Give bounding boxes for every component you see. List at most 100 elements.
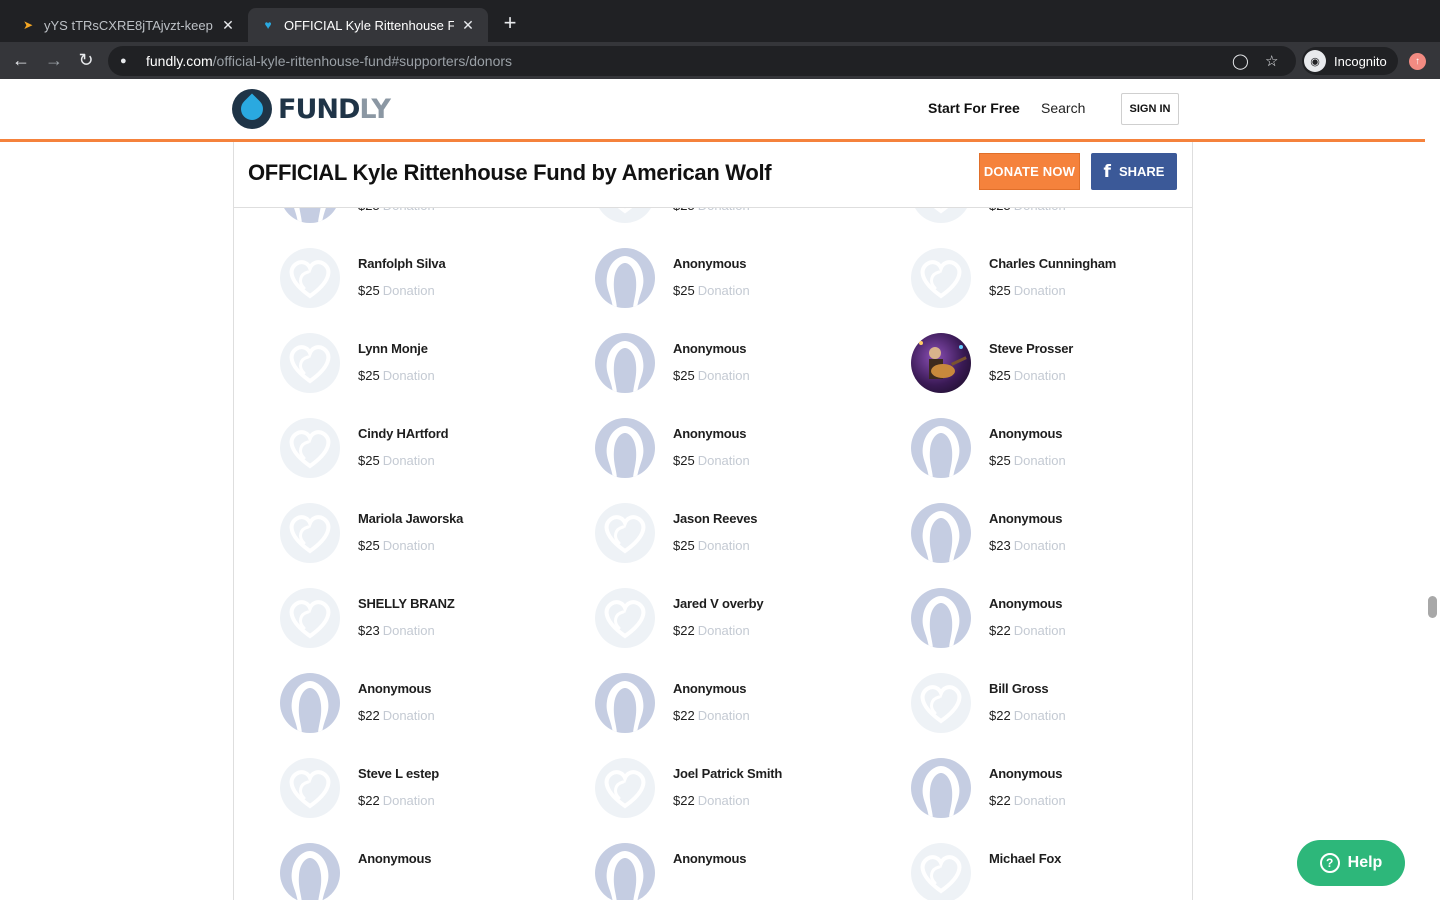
donor-amount: $25 xyxy=(989,453,1011,468)
donor-amount: $25 xyxy=(673,283,695,298)
donor-item: Anonymous $22 Donation xyxy=(595,673,895,743)
incognito-icon: ◉ xyxy=(1304,50,1326,72)
donor-amount: $22 xyxy=(673,793,695,808)
donor-amount-label: Donation xyxy=(697,283,750,298)
profile-label: Incognito xyxy=(1334,53,1387,69)
donor-amount-label: Donation xyxy=(382,708,435,723)
logo-text-secondary: LY xyxy=(359,93,391,125)
web-page: FUNDLY Start For Free Search SIGN IN Ano… xyxy=(0,79,1440,900)
heart-avatar-icon xyxy=(911,673,971,733)
donor-amount-label: Donation xyxy=(1013,708,1066,723)
logo-text-primary: FUND xyxy=(278,93,360,125)
fundly-logo-icon xyxy=(232,89,272,129)
campaign-bar: OFFICIAL Kyle Rittenhouse Fund by Americ… xyxy=(233,142,1193,208)
donor-name: Anonymous xyxy=(358,681,432,696)
donor-amount-label: Donation xyxy=(697,538,750,553)
donor-amount-label: Donation xyxy=(382,283,435,298)
back-arrow-icon[interactable]: ← xyxy=(9,48,33,72)
help-button[interactable]: ? Help xyxy=(1297,840,1405,886)
reload-icon[interactable]: ↻ xyxy=(74,48,98,72)
incognito-profile-button[interactable]: ◉ Incognito xyxy=(1302,47,1398,75)
donor-item: Ranfolph Silva $25 Donation xyxy=(280,248,580,318)
browser-tab-strip: ➤ yYS tTRsCXRE8jTAjvzt-keep | I ✕ ♥ OFFI… xyxy=(0,0,1440,42)
donor-amount: $25 xyxy=(358,538,380,553)
nav-start-for-free[interactable]: Start For Free xyxy=(928,100,1020,116)
donor-item: Anonymous $25Donation xyxy=(595,248,895,318)
donor-item: Anonymous xyxy=(595,843,895,900)
donor-name: SHELLY BRANZ xyxy=(358,596,455,611)
fundly-logo[interactable]: FUNDLY xyxy=(232,88,391,130)
donor-name: Joel Patrick Smith xyxy=(673,766,783,781)
donor-amount: $22 xyxy=(673,708,695,723)
donor-amount: $25 xyxy=(673,453,695,468)
facebook-share-button[interactable]: f SHARE xyxy=(1091,153,1177,190)
donor-name: Cindy HArtford xyxy=(358,426,449,441)
browser-tab[interactable]: ➤ yYS tTRsCXRE8jTAjvzt-keep | I ✕ xyxy=(8,8,248,42)
anonymous-avatar-icon xyxy=(280,673,340,733)
donor-item: Anonymous $25Donation xyxy=(595,333,895,403)
new-tab-icon[interactable]: + xyxy=(498,12,522,36)
donor-name: Steve Prosser xyxy=(989,341,1074,356)
donor-item: Anonymous xyxy=(280,843,580,900)
sign-in-button[interactable]: SIGN IN xyxy=(1121,93,1179,125)
anonymous-avatar-icon xyxy=(595,418,655,478)
donor-item: Anonymous $22 Donation xyxy=(280,673,580,743)
tab-title: OFFICIAL Kyle Rittenhouse Fun xyxy=(284,17,454,33)
donor-name: Anonymous xyxy=(673,681,747,696)
donor-amount: $25 xyxy=(358,283,380,298)
lock-icon: ● xyxy=(120,55,127,67)
donor-name: Anonymous xyxy=(673,426,747,441)
url-host: fundly.com xyxy=(146,53,213,69)
browser-tab-active[interactable]: ♥ OFFICIAL Kyle Rittenhouse Fun ✕ xyxy=(248,8,488,42)
donor-item: Michael Fox xyxy=(911,843,1211,900)
donor-name: Bill Gross xyxy=(989,681,1049,696)
donor-name: Anonymous xyxy=(989,426,1063,441)
heart-avatar-icon xyxy=(280,758,340,818)
donor-name: Anonymous xyxy=(989,511,1063,526)
share-label: SHARE xyxy=(1118,164,1165,179)
donor-amount: $25 xyxy=(989,368,1011,383)
site-header: FUNDLY Start For Free Search SIGN IN xyxy=(0,79,1425,142)
donor-item: Charles Cunningham $25 Donation xyxy=(911,248,1211,318)
scrollbar-thumb[interactable] xyxy=(1428,596,1437,618)
donor-amount: $25 xyxy=(673,538,695,553)
donor-item: Jared V overby $22 Donation xyxy=(595,588,895,658)
donor-name: Charles Cunningham xyxy=(989,256,1117,271)
donor-name: Mariola Jaworska xyxy=(358,511,464,526)
eye-slash-icon[interactable]: ◯ xyxy=(1232,46,1249,76)
donor-name: Jason Reeves xyxy=(673,511,758,526)
anonymous-avatar-icon xyxy=(911,418,971,478)
heart-avatar-icon xyxy=(280,248,340,308)
donor-name: Jared V overby xyxy=(673,596,764,611)
donor-amount-label: Donation xyxy=(1013,368,1066,383)
donor-name: Lynn Monje xyxy=(358,341,428,356)
update-icon[interactable]: ↑ xyxy=(1409,53,1426,70)
close-icon[interactable]: ✕ xyxy=(220,17,236,33)
donor-name: Anonymous xyxy=(989,766,1063,781)
heart-avatar-icon xyxy=(280,418,340,478)
donor-amount-label: Donation xyxy=(382,538,435,553)
donor-amount-label: Donation xyxy=(697,368,750,383)
address-bar[interactable]: ● fundly.com/official-kyle-rittenhouse-f… xyxy=(108,46,1296,76)
star-icon[interactable]: ☆ xyxy=(1265,46,1278,76)
donate-now-button[interactable]: DONATE NOW xyxy=(979,153,1080,190)
anonymous-avatar-icon xyxy=(911,503,971,563)
donor-item: Bill Gross $22 Donation xyxy=(911,673,1211,743)
help-label: Help xyxy=(1347,854,1383,871)
donor-item: Anonymous $25Donation xyxy=(595,418,895,488)
donor-amount-label: Donation xyxy=(697,453,750,468)
forward-arrow-icon[interactable]: → xyxy=(42,48,66,72)
donor-name: Anonymous xyxy=(358,851,432,866)
campaign-title: OFFICIAL Kyle Rittenhouse Fund by Americ… xyxy=(248,160,772,185)
close-icon[interactable]: ✕ xyxy=(460,17,476,33)
donor-amount: $22 xyxy=(358,708,380,723)
question-icon: ? xyxy=(1319,853,1340,873)
nav-search[interactable]: Search xyxy=(1041,100,1085,116)
donor-item: Anonymous $22 Donation xyxy=(911,758,1211,828)
donor-name: Steve L estep xyxy=(358,766,439,781)
donor-amount-label: Donation xyxy=(697,708,750,723)
browser-toolbar: ← → ↻ ● fundly.com/official-kyle-rittenh… xyxy=(0,42,1440,79)
heart-avatar-icon xyxy=(280,333,340,393)
heart-avatar-icon xyxy=(280,503,340,563)
donor-item: Lynn Monje $25 Donation xyxy=(280,333,580,403)
